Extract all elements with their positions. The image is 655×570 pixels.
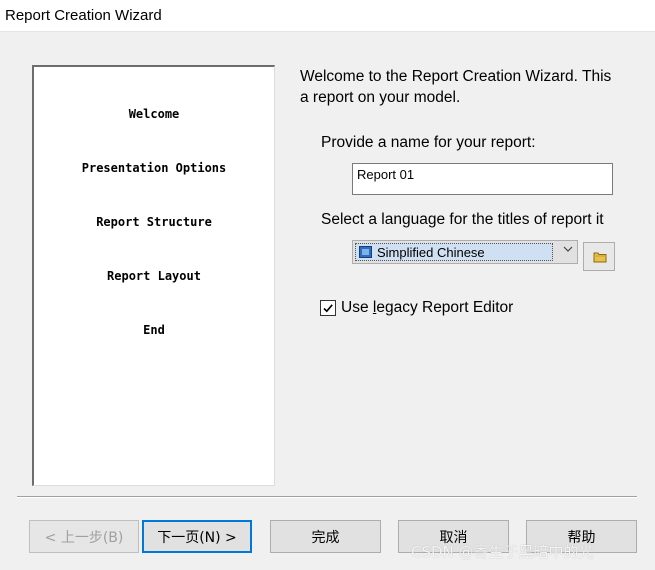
intro-text: Welcome to the Report Creation Wizard. T… — [300, 66, 655, 108]
window-title: Report Creation Wizard — [5, 7, 162, 24]
language-label: Select a language for the titles of repo… — [321, 211, 604, 228]
report-name-label: Provide a name for your report: — [321, 134, 536, 151]
language-select[interactable]: Simplified Chinese — [352, 240, 578, 264]
title-bar: Report Creation Wizard — [0, 0, 655, 32]
step-report-structure: Report Structure — [96, 215, 212, 229]
next-button[interactable]: 下一页(N) > — [142, 520, 252, 553]
folder-icon — [593, 252, 607, 263]
wizard-steps-panel: Welcome Presentation Options Report Stru… — [32, 65, 275, 486]
step-welcome: Welcome — [128, 107, 180, 121]
step-report-layout: Report Layout — [107, 269, 201, 283]
report-name-input[interactable]: Report 01 — [352, 163, 613, 195]
flag-icon — [359, 246, 372, 258]
legacy-editor-label[interactable]: Use legacy Report Editor — [341, 299, 513, 317]
legacy-editor-label-part: Use — [341, 299, 373, 316]
legacy-editor-label-rest: egacy Report Editor — [376, 299, 514, 316]
intro-line-2: a report on your model. — [300, 89, 461, 106]
intro-line-1: Welcome to the Report Creation Wizard. T… — [300, 68, 612, 85]
footer-divider — [17, 496, 637, 498]
language-select-focus: Simplified Chinese — [355, 243, 553, 261]
finish-button[interactable]: 完成 — [270, 520, 381, 553]
step-end: End — [143, 323, 165, 337]
language-select-value: Simplified Chinese — [377, 245, 485, 260]
browse-language-button[interactable] — [583, 242, 615, 271]
watermark-text: CSDN @寄生于黑暗中的光 — [411, 543, 594, 561]
chevron-down-icon[interactable] — [563, 244, 573, 256]
checkmark-icon — [323, 304, 333, 313]
step-presentation-options: Presentation Options — [81, 161, 227, 175]
back-button[interactable]: < 上一步(B) — [29, 520, 139, 553]
legacy-editor-checkbox[interactable] — [320, 300, 336, 316]
